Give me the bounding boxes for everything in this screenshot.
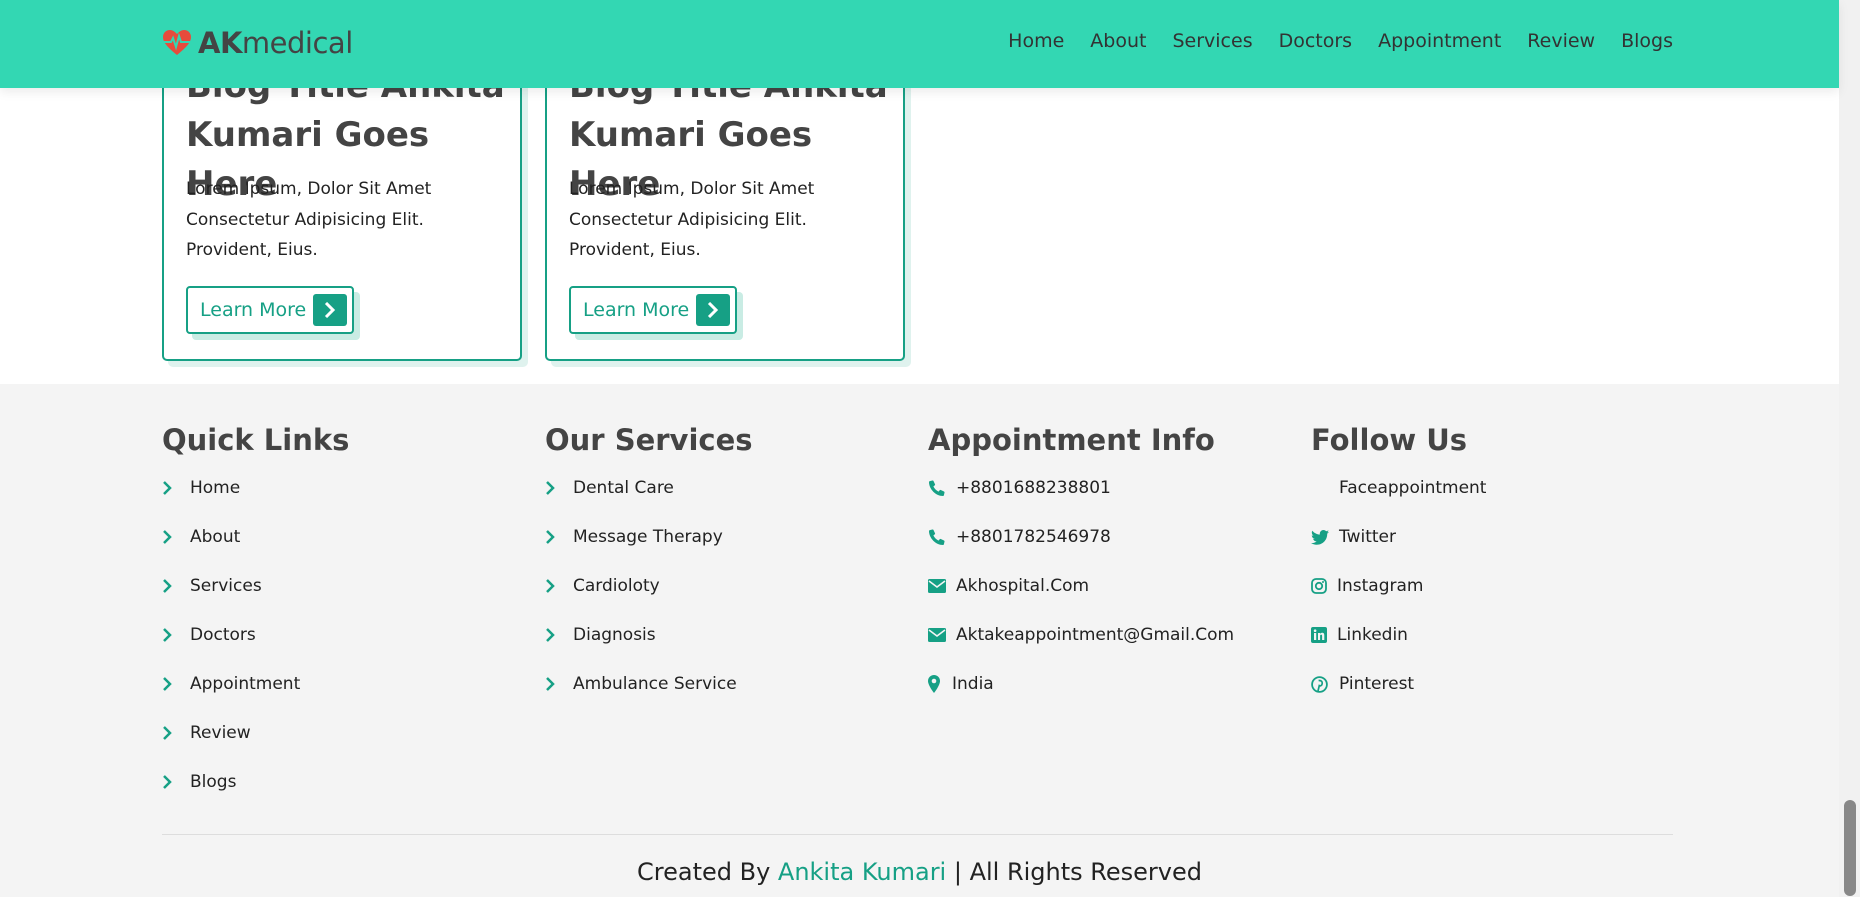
quick-link-about[interactable]: About (162, 527, 349, 576)
nav-services[interactable]: Services (1172, 30, 1252, 52)
chevron-right-icon (545, 527, 565, 547)
facebook-link[interactable]: Faceappointment (1311, 478, 1486, 527)
chevron-right-icon (545, 625, 565, 645)
twitter-link[interactable]: Twitter (1311, 527, 1486, 576)
email-link[interactable]: Aktakeappointment@Gmail.Com (928, 625, 1234, 674)
phone-icon (928, 527, 948, 547)
quick-link-services[interactable]: Services (162, 576, 349, 625)
chevron-right-icon (545, 674, 565, 694)
quick-link-review[interactable]: Review (162, 723, 349, 772)
chevron-right-icon (162, 625, 182, 645)
twitter-icon (1311, 527, 1331, 547)
nav-home[interactable]: Home (1008, 30, 1064, 52)
quick-links-column: Quick Links Home About Services Doctors … (162, 418, 349, 821)
linkedin-icon (1311, 625, 1331, 645)
blog-card-text: Lorem Ipsum, Dolor Sit Amet Consectetur … (569, 179, 815, 260)
footer-credit: Created By Ankita Kumari | All Rights Re… (637, 858, 1202, 886)
appointment-info-column: Appointment Info +8801688238801 +8801782… (928, 418, 1234, 723)
follow-us-column: Follow Us Faceappointment Twitter Instag… (1311, 418, 1486, 723)
footer-divider (162, 834, 1673, 835)
quick-link-doctors[interactable]: Doctors (162, 625, 349, 674)
chevron-right-icon (162, 674, 182, 694)
nav-review[interactable]: Review (1527, 30, 1595, 52)
chevron-right-icon (313, 294, 347, 326)
pinterest-icon (1311, 674, 1331, 694)
service-link[interactable]: Cardioloty (545, 576, 753, 625)
chevron-right-icon (162, 772, 182, 792)
location-link[interactable]: India (928, 674, 1234, 723)
chevron-right-icon (545, 576, 565, 596)
site-footer: Quick Links Home About Services Doctors … (0, 384, 1839, 897)
envelope-icon (928, 576, 948, 596)
services-column: Our Services Dental Care Message Therapy… (545, 418, 753, 723)
scrollbar-thumb[interactable] (1844, 800, 1856, 896)
nav-doctors[interactable]: Doctors (1279, 30, 1353, 52)
phone-icon (928, 478, 948, 498)
follow-us-heading: Follow Us (1311, 423, 1468, 457)
phone-link[interactable]: +8801782546978 (928, 527, 1234, 576)
linkedin-link[interactable]: Linkedin (1311, 625, 1486, 674)
quick-link-blogs[interactable]: Blogs (162, 772, 349, 821)
brand-logo[interactable]: AK medical (162, 26, 353, 60)
learn-more-button[interactable]: Learn More (569, 286, 737, 334)
instagram-link[interactable]: Instagram (1311, 576, 1486, 625)
chevron-right-icon (162, 478, 182, 498)
map-marker-icon (928, 674, 944, 694)
chevron-right-icon (162, 527, 182, 547)
learn-more-label: Learn More (583, 299, 690, 321)
chevron-right-icon (162, 576, 182, 596)
learn-more-label: Learn More (200, 299, 307, 321)
service-link[interactable]: Ambulance Service (545, 674, 753, 723)
service-link[interactable]: Diagnosis (545, 625, 753, 674)
envelope-icon (928, 625, 948, 645)
facebook-icon (1311, 478, 1331, 498)
services-heading: Our Services (545, 423, 753, 457)
phone-link[interactable]: +8801688238801 (928, 478, 1234, 527)
email-link[interactable]: Akhospital.Com (928, 576, 1234, 625)
blog-card-text: Lorem Ipsum, Dolor Sit Amet Consectetur … (186, 179, 432, 260)
nav-appointment[interactable]: Appointment (1378, 30, 1501, 52)
blog-card: Blog Title AnkitaKumari Goes Here Lorem … (545, 40, 905, 361)
nav-about[interactable]: About (1090, 30, 1146, 52)
service-link[interactable]: Message Therapy (545, 527, 753, 576)
chevron-right-icon (545, 478, 565, 498)
blog-card: Blog Title AnkitaKumari Goes Here Lorem … (162, 40, 522, 361)
site-header: AK medical Home About Services Doctors Ap… (0, 0, 1839, 88)
pinterest-link[interactable]: Pinterest (1311, 674, 1486, 723)
quick-link-appointment[interactable]: Appointment (162, 674, 349, 723)
service-link[interactable]: Dental Care (545, 478, 753, 527)
appointment-info-heading: Appointment Info (928, 423, 1215, 457)
nav-blogs[interactable]: Blogs (1621, 30, 1673, 52)
chevron-right-icon (696, 294, 730, 326)
quick-links-heading: Quick Links (162, 423, 350, 457)
main-nav: Home About Services Doctors Appointment … (982, 30, 1673, 52)
instagram-icon (1311, 576, 1331, 596)
learn-more-button[interactable]: Learn More (186, 286, 354, 334)
page-scrollbar[interactable] (1839, 0, 1860, 897)
author-link[interactable]: Ankita Kumari (778, 858, 946, 886)
chevron-right-icon (162, 723, 182, 743)
brand-light: medical (241, 26, 353, 60)
quick-link-home[interactable]: Home (162, 478, 349, 527)
brand-strong: AK (198, 26, 242, 60)
heartbeat-icon (163, 30, 191, 55)
